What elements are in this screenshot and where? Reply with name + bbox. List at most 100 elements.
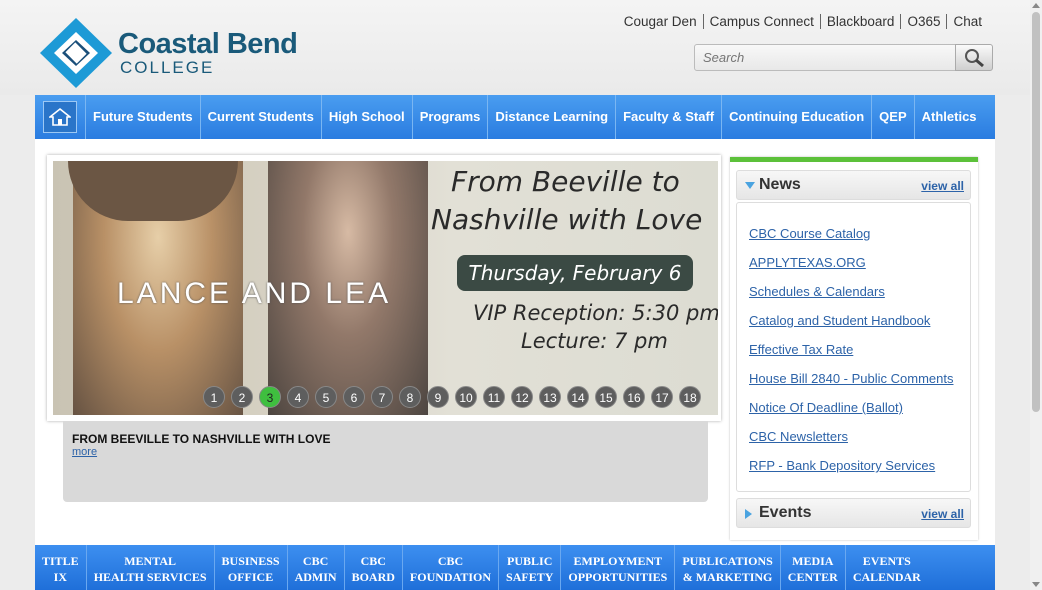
footer-link-employment[interactable]: EMPLOYMENT OPPORTUNITIES — [561, 545, 676, 590]
news-view-all-link[interactable]: view all — [921, 179, 964, 193]
scroll-up-arrow-icon[interactable] — [1032, 3, 1040, 8]
utility-link-chat[interactable]: Chat — [946, 14, 988, 29]
nav-future-students[interactable]: Future Students — [86, 95, 201, 139]
news-link[interactable]: Catalog and Student Handbook — [749, 313, 930, 328]
slide-page-dot[interactable]: 6 — [343, 386, 365, 408]
footer-link-line2: & MARKETING — [682, 570, 773, 584]
slide-more-link[interactable]: more — [72, 446, 97, 458]
slide-page-dot[interactable]: 14 — [567, 386, 589, 408]
search-input[interactable] — [694, 44, 956, 71]
footer-link-line2: HEALTH SERVICES — [93, 570, 207, 584]
slide-page-dot[interactable]: 18 — [679, 386, 701, 408]
news-panel-header[interactable]: News view all — [736, 170, 971, 200]
slide-page-dot[interactable]: 9 — [427, 386, 449, 408]
slide-page-dot[interactable]: 4 — [287, 386, 309, 408]
footer-link-line2: CALENDAR — [852, 570, 921, 584]
utility-link-cougar-den[interactable]: Cougar Den — [618, 14, 703, 29]
footer-link-line2: SAFETY — [506, 570, 554, 584]
slide-page-dot[interactable]: 8 — [399, 386, 421, 408]
events-title: Events — [759, 504, 812, 521]
news-link[interactable]: CBC Newsletters — [749, 429, 848, 444]
nav-programs[interactable]: Programs — [413, 95, 489, 139]
slide-page-dot-active[interactable]: 3 — [259, 386, 281, 408]
slide-page-dot[interactable]: 10 — [455, 386, 477, 408]
slide-band-name: LANCE AND LEA — [117, 277, 392, 310]
news-item: Catalog and Student Handbook — [749, 306, 953, 335]
news-link[interactable]: CBC Course Catalog — [749, 226, 870, 241]
news-item: RFP - Bank Depository Services — [749, 451, 953, 480]
slide-title-line2: Nashville with Love — [431, 203, 703, 236]
footer-link-line1: CBC — [302, 554, 329, 568]
footer-link-line2: ADMIN — [294, 570, 337, 584]
events-panel-header[interactable]: Events view all — [736, 498, 971, 528]
nav-continuing-education[interactable]: Continuing Education — [722, 95, 873, 139]
news-link[interactable]: APPLYTEXAS.ORG — [749, 255, 866, 270]
slide-page-dot[interactable]: 1 — [203, 386, 225, 408]
slide-page-dot[interactable]: 17 — [651, 386, 673, 408]
utility-link-blackboard[interactable]: Blackboard — [819, 14, 901, 29]
nav-high-school[interactable]: High School — [322, 95, 413, 139]
slide-page-dot[interactable]: 12 — [511, 386, 533, 408]
scrollbar-thumb[interactable] — [1032, 12, 1040, 412]
footer-link-line1: PUBLICATIONS — [682, 554, 773, 568]
search-box — [694, 44, 994, 73]
footer-link-cbc-admin[interactable]: CBC ADMIN — [288, 545, 345, 590]
hero-slide[interactable]: LANCE AND LEA From Beeville to Nashville… — [53, 161, 718, 415]
slide-page-dot[interactable]: 2 — [231, 386, 253, 408]
slide-page-dot[interactable]: 13 — [539, 386, 561, 408]
news-link[interactable]: Schedules & Calendars — [749, 284, 885, 299]
footer-link-line1: CBC — [360, 554, 386, 568]
slide-detail-reception: VIP Reception: 5:30 pm — [473, 301, 718, 325]
slide-page-dot[interactable]: 11 — [483, 386, 505, 408]
slide-page-dot[interactable]: 7 — [371, 386, 393, 408]
utility-link-o365[interactable]: O365 — [900, 14, 946, 29]
footer-link-line2: FOUNDATION — [409, 570, 492, 584]
slide-page-dot[interactable]: 16 — [623, 386, 645, 408]
house-icon — [43, 101, 77, 133]
nav-home[interactable] — [35, 95, 86, 139]
slide-page-dot[interactable]: 15 — [595, 386, 617, 408]
search-button[interactable] — [955, 44, 993, 71]
footer-link-line1: BUSINESS — [221, 554, 280, 568]
news-link[interactable]: Effective Tax Rate — [749, 342, 853, 357]
nav-athletics[interactable]: Athletics — [915, 95, 984, 139]
news-item: Schedules & Calendars — [749, 277, 953, 306]
news-item: Effective Tax Rate — [749, 335, 953, 364]
news-link[interactable]: RFP - Bank Depository Services — [749, 458, 935, 473]
footer-link-cbc-foundation[interactable]: CBC FOUNDATION — [403, 545, 500, 590]
events-view-all-link[interactable]: view all — [921, 507, 964, 521]
footer-link-mental-health[interactable]: MENTAL HEALTH SERVICES — [87, 545, 215, 590]
footer-link-line1: EVENTS — [862, 554, 911, 568]
slide-page-dot[interactable]: 5 — [315, 386, 337, 408]
news-link[interactable]: House Bill 2840 - Public Comments — [749, 371, 953, 386]
nav-qep[interactable]: QEP — [872, 95, 915, 139]
news-item: CBC Course Catalog — [749, 219, 953, 248]
nav-current-students[interactable]: Current Students — [201, 95, 322, 139]
footer-link-title-ix[interactable]: TITLE IX — [35, 545, 87, 590]
footer-link-media-center[interactable]: MEDIA CENTER — [781, 545, 846, 590]
nav-distance-learning[interactable]: Distance Learning — [488, 95, 617, 139]
footer-link-public-safety[interactable]: PUBLIC SAFETY — [499, 545, 562, 590]
news-list: CBC Course Catalog APPLYTEXAS.ORG Schedu… — [749, 219, 953, 480]
footer-link-line1: CBC — [437, 554, 464, 568]
utility-links: Cougar Den Campus Connect Blackboard O36… — [618, 14, 988, 29]
main-nav: Future Students Current Students High Sc… — [35, 95, 995, 139]
footer-link-line2: OPPORTUNITIES — [568, 570, 668, 584]
scroll-down-arrow-icon[interactable] — [1032, 582, 1040, 587]
news-item: CBC Newsletters — [749, 422, 953, 451]
news-link[interactable]: Notice Of Deadline (Ballot) — [749, 400, 903, 415]
page-scrollbar[interactable] — [1030, 0, 1042, 590]
footer-link-business-office[interactable]: BUSINESS OFFICE — [215, 545, 288, 590]
nav-faculty-staff[interactable]: Faculty & Staff — [616, 95, 723, 139]
footer-link-line1: EMPLOYMENT — [573, 554, 663, 568]
college-logo[interactable]: Coastal Bend COLLEGE — [38, 16, 298, 90]
utility-link-campus-connect[interactable]: Campus Connect — [702, 14, 820, 29]
chevron-right-icon — [745, 509, 752, 519]
footer-quick-links: TITLE IX MENTAL HEALTH SERVICES BUSINESS OF… — [35, 545, 995, 590]
footer-link-publications[interactable]: PUBLICATIONS & MARKETING — [675, 545, 781, 590]
footer-link-cbc-board[interactable]: CBC BOARD — [345, 545, 403, 590]
slide-caption-title: FROM BEEVILLE TO NASHVILLE WITH LOVE — [72, 432, 331, 446]
news-title: News — [759, 176, 801, 193]
footer-link-events-calendar[interactable]: EVENTS CALENDAR — [846, 545, 928, 590]
news-item: APPLYTEXAS.ORG — [749, 248, 953, 277]
